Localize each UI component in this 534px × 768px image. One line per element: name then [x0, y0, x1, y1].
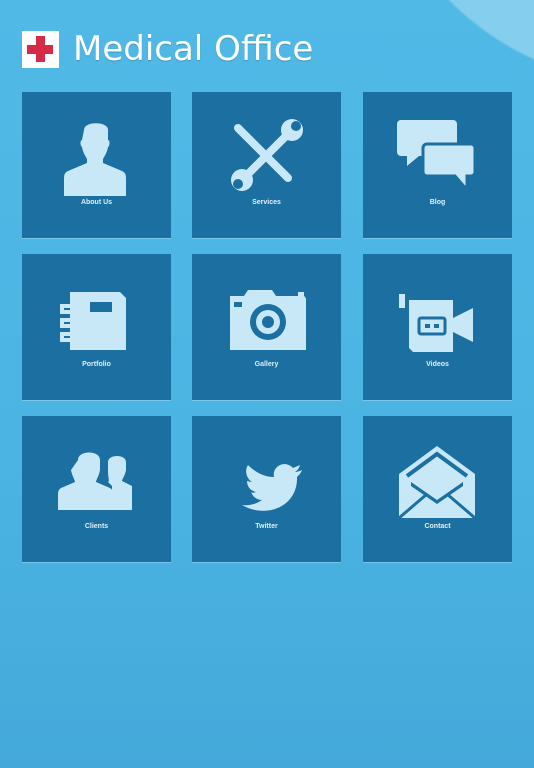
tile-services[interactable]: Services [192, 92, 341, 238]
header: Medical Office [22, 29, 313, 69]
tile-label: About Us [80, 199, 113, 206]
envelope-icon [398, 446, 476, 520]
people-icon [58, 452, 132, 510]
chat-bubbles-icon [397, 120, 477, 195]
person-icon [64, 123, 126, 196]
tile-label: Gallery [254, 361, 279, 368]
tile-label: Videos [426, 361, 449, 368]
tile-gallery[interactable]: Gallery [192, 254, 341, 400]
twitter-bird-icon [242, 464, 302, 511]
tile-label: Contact [424, 523, 451, 530]
tile-about-us[interactable]: About Us [22, 92, 171, 238]
tile-label: Services [252, 199, 281, 206]
notebook-icon [60, 292, 126, 350]
tile-label: Portfolio [82, 361, 111, 368]
camera-icon [230, 290, 306, 350]
tile-label: Blog [429, 199, 446, 206]
tile-label: Clients [84, 523, 109, 530]
tile-portfolio[interactable]: Portfolio [22, 254, 171, 400]
tile-label: Twitter [255, 523, 278, 530]
page-title: Medical Office [73, 29, 314, 69]
tile-clients[interactable]: Clients [22, 416, 171, 562]
tile-blog[interactable]: Blog [363, 92, 512, 238]
tile-videos[interactable]: Videos [363, 254, 512, 400]
tile-contact[interactable]: Contact [363, 416, 512, 562]
red-cross-icon [22, 30, 59, 68]
tile-twitter[interactable]: Twitter [192, 416, 341, 562]
tools-icon [231, 119, 303, 191]
video-camera-icon [399, 294, 473, 352]
